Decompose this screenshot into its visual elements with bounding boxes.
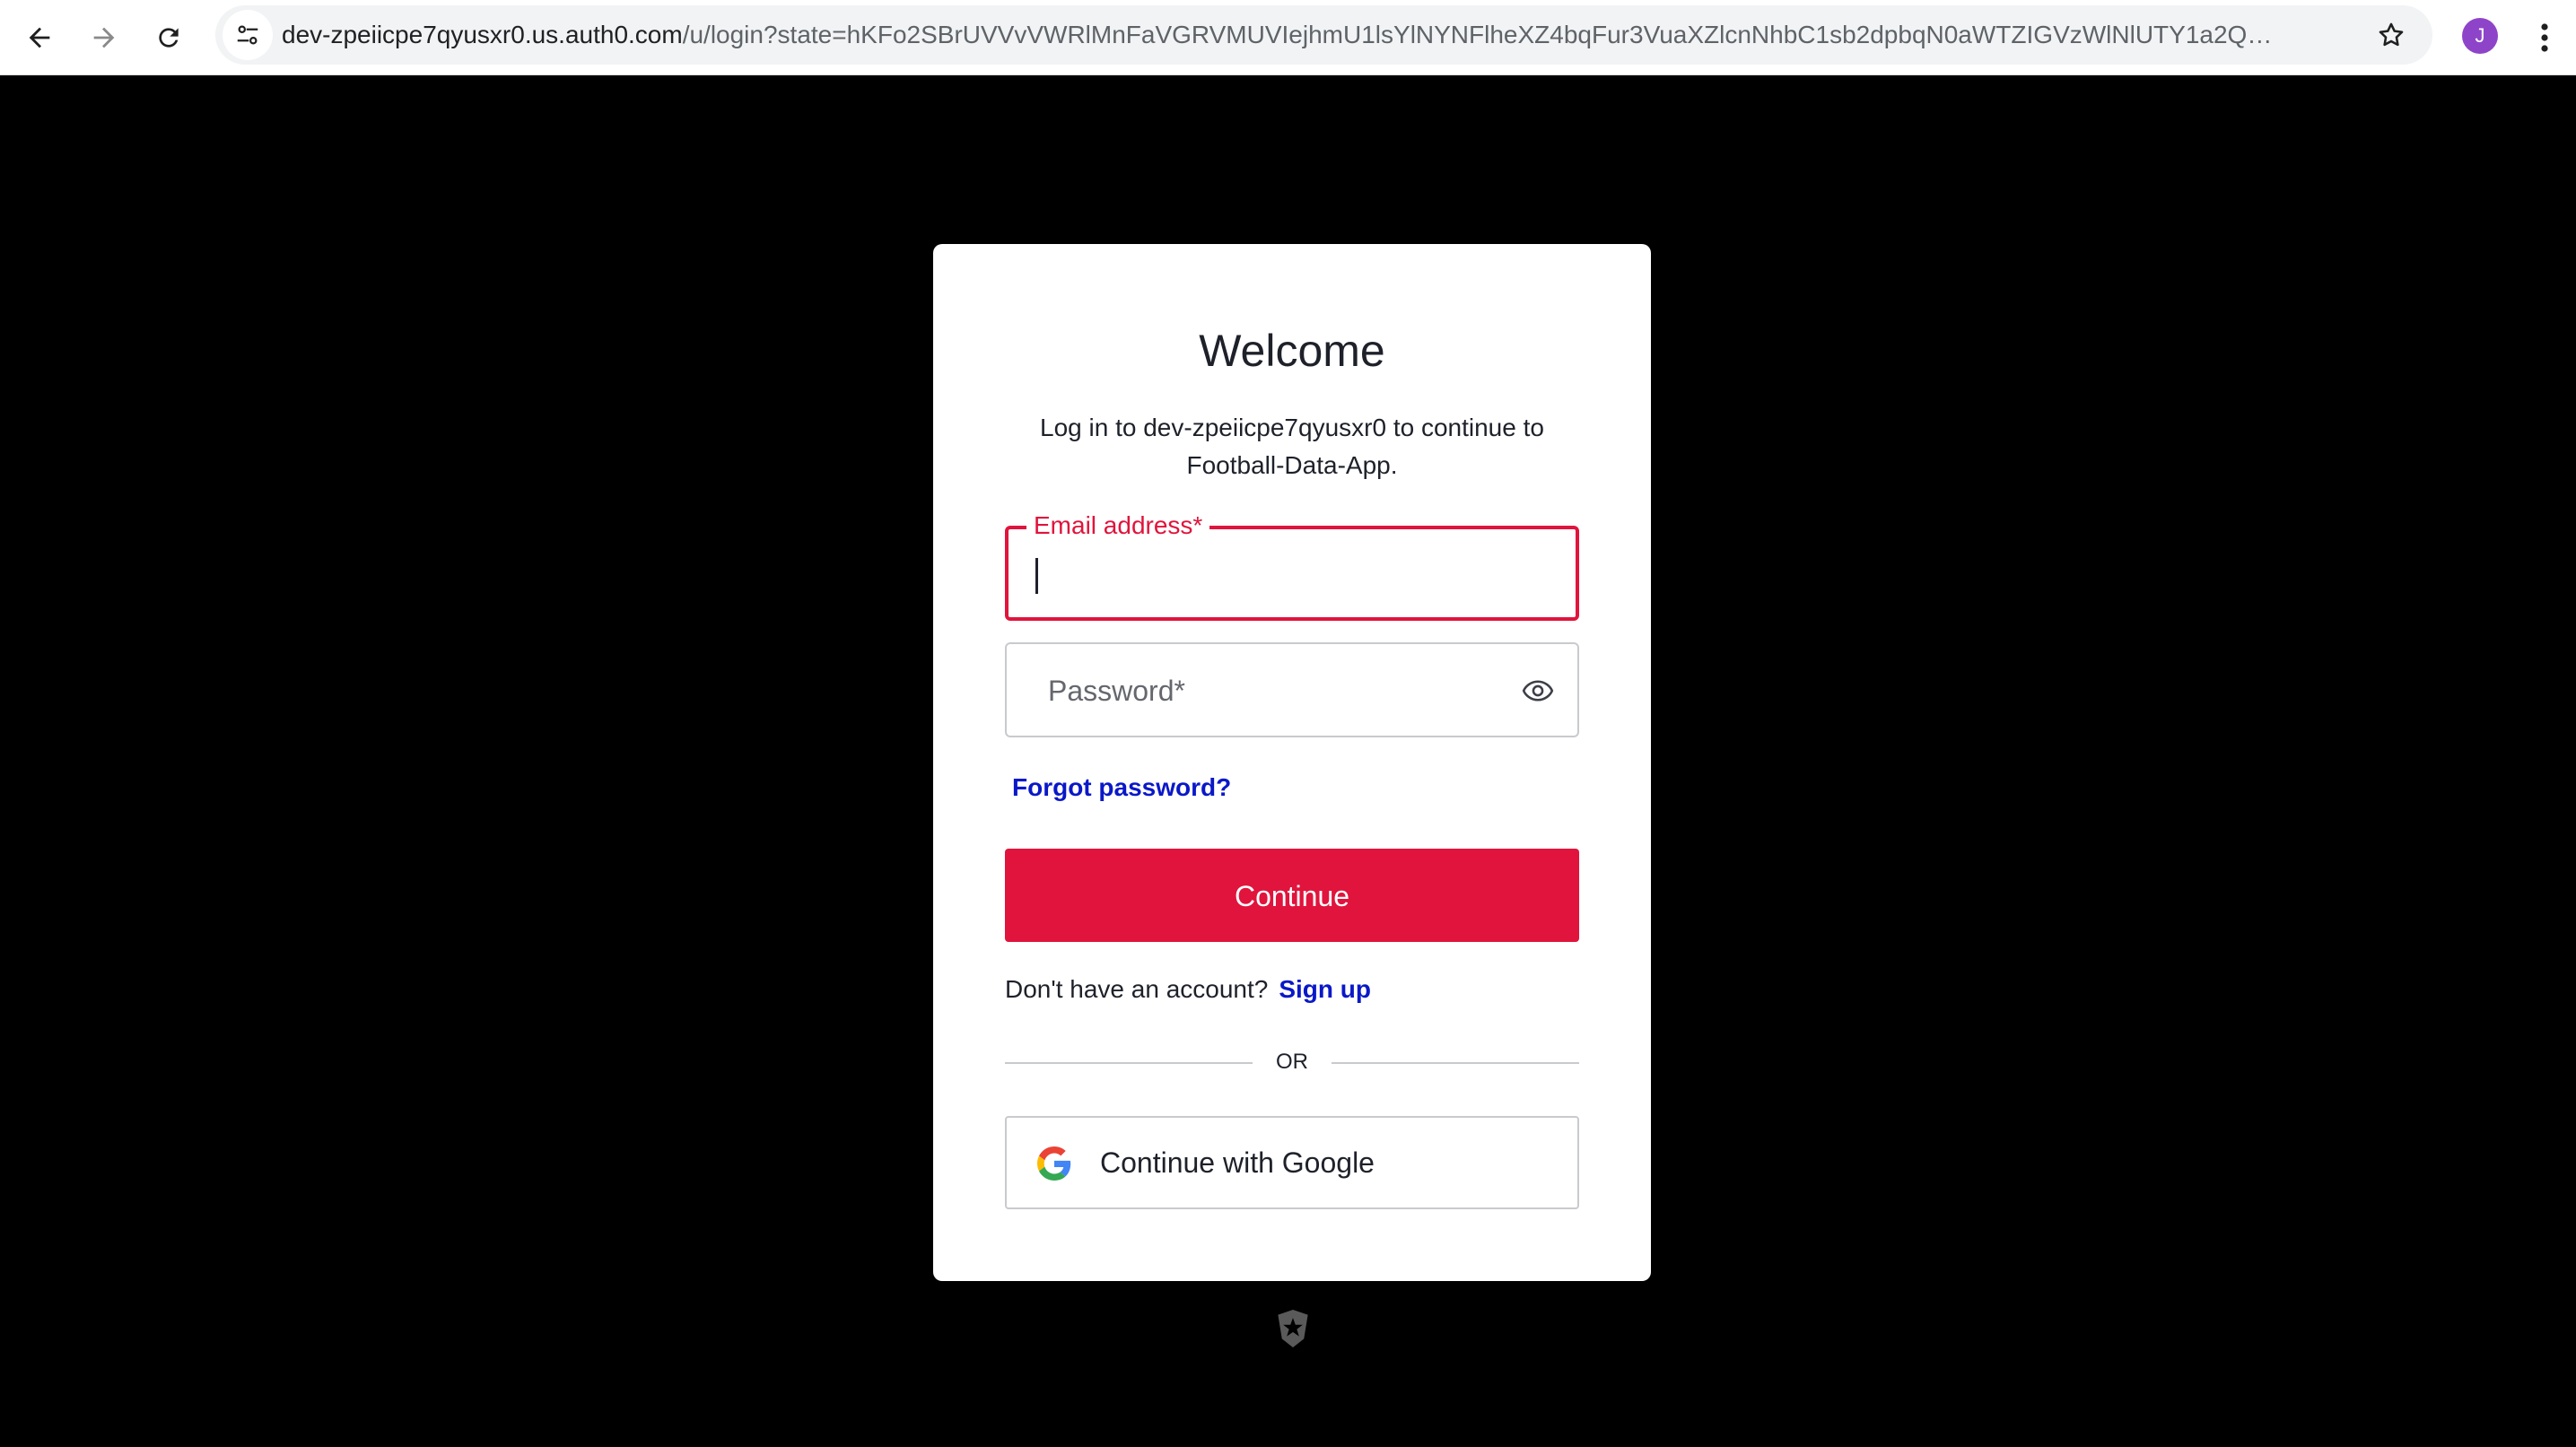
google-logo-icon bbox=[1037, 1146, 1071, 1181]
text-cursor bbox=[1035, 558, 1038, 594]
signup-row: Don't have an account? Sign up bbox=[1005, 971, 1579, 1008]
signup-prompt: Don't have an account? bbox=[1005, 975, 1269, 1003]
eye-icon bbox=[1522, 680, 1554, 702]
tune-icon bbox=[237, 25, 258, 45]
google-button-label: Continue with Google bbox=[1100, 1146, 1375, 1179]
address-bar[interactable]: dev-zpeiicpe7qyusxr0.us.auth0.com/u/logi… bbox=[215, 5, 2432, 65]
email-field[interactable]: Email address* bbox=[1005, 508, 1579, 621]
continue-button[interactable]: Continue bbox=[1005, 849, 1579, 942]
divider-text: OR bbox=[1276, 1050, 1308, 1074]
bookmark-button[interactable] bbox=[2370, 13, 2413, 57]
login-subtitle: Log in to dev-zpeiicpe7qyusxr0 to contin… bbox=[1040, 414, 1544, 479]
site-info-button[interactable] bbox=[223, 10, 273, 60]
or-divider: OR bbox=[1005, 1044, 1579, 1080]
reload-button[interactable] bbox=[144, 13, 194, 63]
show-password-button[interactable] bbox=[1518, 671, 1558, 710]
email-label: Email address* bbox=[1026, 508, 1210, 544]
back-button[interactable] bbox=[14, 13, 65, 63]
signup-link[interactable]: Sign up bbox=[1279, 975, 1371, 1003]
star-outline-icon bbox=[2379, 22, 2404, 47]
auth0-shield-icon bbox=[1278, 1310, 1308, 1347]
forward-button[interactable] bbox=[79, 13, 129, 63]
divider-line-left bbox=[1005, 1062, 1253, 1064]
url-host: dev-zpeiicpe7qyusxr0.us.auth0.com bbox=[282, 21, 683, 48]
email-input[interactable] bbox=[1035, 551, 1541, 597]
vertical-dots-icon bbox=[2541, 23, 2548, 52]
arrow-right-icon bbox=[93, 27, 115, 48]
password-field[interactable] bbox=[1005, 642, 1579, 737]
arrow-left-icon bbox=[29, 27, 50, 48]
forgot-password-link[interactable]: Forgot password? bbox=[1012, 770, 1231, 806]
continue-with-google-button[interactable]: Continue with Google bbox=[1005, 1116, 1579, 1209]
login-card: Welcome Log in to dev-zpeiicpe7qyusxr0 t… bbox=[933, 244, 1651, 1281]
browser-menu-button[interactable] bbox=[2523, 13, 2566, 63]
browser-toolbar: dev-zpeiicpe7qyusxr0.us.auth0.com/u/logi… bbox=[0, 0, 2576, 75]
url-path: /u/login?state=hKFo2SBrUVVvVWRlMnFaVGRVM… bbox=[682, 21, 2274, 48]
url-text[interactable]: dev-zpeiicpe7qyusxr0.us.auth0.com/u/logi… bbox=[282, 5, 2274, 65]
page-title: Welcome bbox=[1199, 326, 1385, 376]
password-input[interactable] bbox=[1046, 667, 1480, 714]
profile-avatar[interactable]: J bbox=[2462, 18, 2498, 54]
reload-icon bbox=[159, 28, 179, 48]
divider-line-right bbox=[1332, 1062, 1579, 1064]
